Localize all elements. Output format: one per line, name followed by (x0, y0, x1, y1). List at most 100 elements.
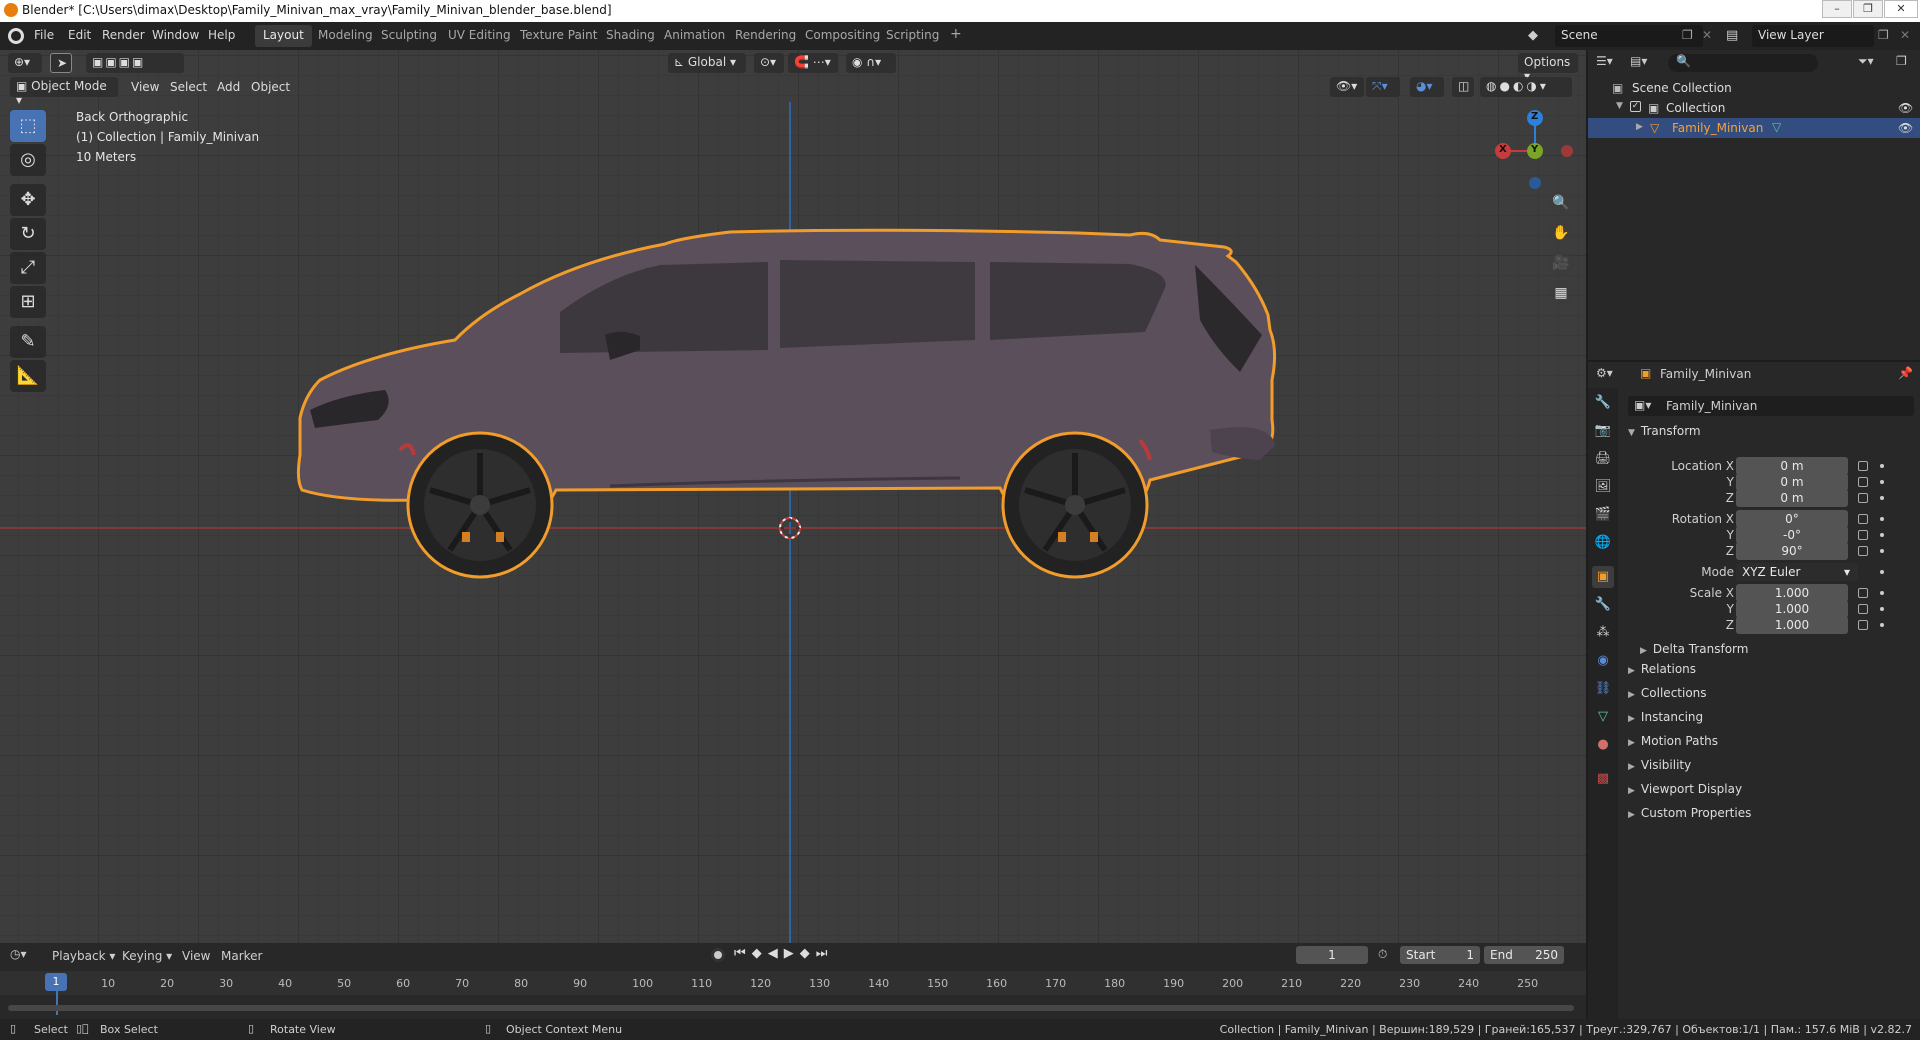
blender-menu-icon[interactable] (8, 28, 24, 44)
next-keyframe-icon[interactable]: ◆ (800, 946, 816, 961)
view-layer-icon[interactable]: ▤ (1726, 28, 1738, 43)
render-tab-icon[interactable]: 📷 (1592, 420, 1614, 442)
texture-tab-icon[interactable]: ▩ (1592, 768, 1614, 790)
display-mode-icon[interactable]: ▤▾ (1630, 54, 1660, 74)
timeline-scrollbar[interactable] (8, 1005, 1574, 1011)
tab-animation[interactable]: Animation (656, 25, 733, 47)
tab-sculpting[interactable]: Sculpting (373, 25, 445, 47)
object-tab-icon[interactable]: ▣ (1592, 566, 1614, 588)
add-workspace-button[interactable]: + (942, 23, 970, 45)
new-collection-icon[interactable]: ❐ (1896, 54, 1907, 68)
keyframe-rotation-y-icon[interactable] (1880, 533, 1884, 537)
delete-scene-icon[interactable]: ✕ (1702, 28, 1712, 42)
collapse-arrow-icon[interactable]: ▼ (1616, 101, 1623, 111)
gizmo-y-label[interactable]: Y (1531, 144, 1538, 155)
timeline-editor-type-icon[interactable]: ◷▾ (10, 947, 27, 961)
menu-help[interactable]: Help (208, 28, 235, 42)
properties-editor-type-icon[interactable]: ⚙▾ (1596, 366, 1613, 380)
object-name-field[interactable]: ▣▾ Family_Minivan (1628, 396, 1914, 416)
instancing-panel[interactable]: ▶ Instancing (1628, 710, 1918, 732)
camera-view-icon[interactable]: 🎥 (1548, 250, 1574, 276)
scene-name-field[interactable]: Scene (1555, 25, 1703, 47)
start-frame-field[interactable]: Start 1 (1400, 946, 1480, 964)
material-tab-icon[interactable]: ● (1592, 734, 1614, 756)
outliner-search-input[interactable]: 🔍 (1668, 54, 1818, 72)
keyframe-location-x-icon[interactable] (1880, 464, 1884, 468)
menu-window[interactable]: Window (152, 28, 199, 42)
pin-icon[interactable]: 📌 (1898, 366, 1913, 380)
physics-tab-icon[interactable]: ◉ (1592, 650, 1614, 672)
outliner-editor-type-icon[interactable]: ☰▾ (1596, 54, 1626, 74)
object-visibility-eye-icon[interactable]: 👁 (1898, 121, 1913, 135)
world-tab-icon[interactable]: 🌐 (1592, 532, 1614, 554)
rotation-mode-dropdown[interactable]: XYZ Euler ▾ (1736, 563, 1858, 581)
timeline-menu-marker[interactable]: Marker (221, 949, 262, 963)
custom-properties-panel[interactable]: ▶ Custom Properties (1628, 806, 1918, 828)
tab-texture-paint[interactable]: Texture Paint (512, 25, 605, 47)
close-window-button[interactable]: ✕ (1884, 0, 1918, 18)
modifier-tab-icon[interactable]: 🔧 (1592, 594, 1614, 616)
lock-rotation-y-icon[interactable] (1858, 530, 1868, 540)
zoom-view-icon[interactable]: 🔍 (1548, 190, 1574, 216)
keyframe-scale-y-icon[interactable] (1880, 607, 1884, 611)
perspective-toggle-icon[interactable]: ▦ (1548, 280, 1574, 306)
record-keyframe-icon[interactable] (711, 948, 725, 962)
output-tab-icon[interactable]: 🖨 (1592, 448, 1614, 470)
mesh-data-tab-icon[interactable]: ▽ (1592, 706, 1614, 728)
view-layer-tab-icon[interactable]: 🖼 (1592, 476, 1614, 498)
end-frame-field[interactable]: End 250 (1484, 946, 1564, 964)
mesh-data-icon[interactable]: ▽ (1772, 120, 1781, 134)
3d-viewport[interactable]: ⊕▾ ➤ ▣▣▣▣ ⊾ Global ▾ ⊙▾ 🧲 ⋯▾ ◉ ∩▾ Option… (0, 50, 1586, 943)
jump-start-icon[interactable]: ⏮ (734, 946, 752, 961)
constraints-tab-icon[interactable]: ⛓ (1592, 678, 1614, 700)
keyframe-scale-z-icon[interactable] (1880, 623, 1884, 627)
timeline-menu-playback[interactable]: Playback ▾ (52, 949, 115, 963)
tool-tab-icon[interactable]: 🔧 (1592, 392, 1614, 414)
outliner-row-collection[interactable]: ▼ ✓ ▣ Collection 👁 (1588, 98, 1920, 118)
minimize-button[interactable]: – (1822, 0, 1852, 18)
lock-rotation-x-icon[interactable] (1858, 514, 1868, 524)
location-z-field[interactable]: 0 m (1736, 489, 1848, 507)
lock-location-y-icon[interactable] (1858, 477, 1868, 487)
lock-scale-x-icon[interactable] (1858, 588, 1868, 598)
lock-location-z-icon[interactable] (1858, 493, 1868, 503)
pan-view-icon[interactable]: ✋ (1548, 220, 1574, 246)
scene-tab-icon[interactable]: 🎬 (1592, 504, 1614, 526)
lock-rotation-z-icon[interactable] (1858, 546, 1868, 556)
collections-panel[interactable]: ▶ Collections (1628, 686, 1918, 708)
keyframe-scale-x-icon[interactable] (1880, 591, 1884, 595)
tab-layout[interactable]: Layout (255, 25, 312, 47)
delta-transform-subpanel[interactable]: ▶ Delta Transform (1640, 642, 1920, 664)
outliner-row-scene-collection[interactable]: ▣ Scene Collection (1588, 78, 1920, 98)
delete-view-layer-icon[interactable]: ✕ (1900, 28, 1910, 42)
filter-icon[interactable]: ⏷▾ (1858, 54, 1874, 69)
keyframe-location-y-icon[interactable] (1880, 480, 1884, 484)
new-view-layer-icon[interactable]: ❐ (1878, 28, 1889, 42)
keyframe-rotation-x-icon[interactable] (1880, 517, 1884, 521)
play-reverse-icon[interactable]: ◀ (768, 946, 784, 961)
relations-panel[interactable]: ▶ Relations (1628, 662, 1918, 684)
maximize-button[interactable]: ❐ (1853, 0, 1883, 18)
tab-modeling[interactable]: Modeling (310, 25, 381, 47)
menu-render[interactable]: Render (102, 28, 145, 42)
outliner-row-family-minivan[interactable]: ▶ ▽ Family_Minivan ▽ 👁 (1588, 118, 1920, 138)
tab-uv-editing[interactable]: UV Editing (440, 25, 519, 47)
particles-tab-icon[interactable]: ⁂ (1592, 622, 1614, 644)
new-scene-icon[interactable]: ❐ (1682, 28, 1693, 42)
menu-file[interactable]: File (34, 28, 54, 42)
timeline-menu-view[interactable]: View (182, 949, 210, 963)
collection-visibility-eye-icon[interactable]: 👁 (1898, 101, 1913, 115)
scene-icon[interactable]: ◆ (1528, 28, 1544, 44)
collection-checkbox[interactable]: ✓ (1630, 101, 1641, 112)
viewport-display-panel[interactable]: ▶ Viewport Display (1628, 782, 1918, 804)
keyframe-rotation-z-icon[interactable] (1880, 549, 1884, 553)
keyframe-rotation-mode-icon[interactable] (1880, 570, 1884, 574)
playhead-indicator[interactable]: 1 (45, 973, 67, 991)
gizmo-x-label[interactable]: X (1499, 144, 1507, 155)
transform-panel-header[interactable]: ▼ Transform (1628, 424, 1918, 446)
jump-end-icon[interactable]: ⏭ (816, 946, 834, 961)
keyframe-location-z-icon[interactable] (1880, 496, 1884, 500)
tab-compositing[interactable]: Compositing (797, 25, 888, 47)
rotation-z-field[interactable]: 90° (1736, 542, 1848, 560)
visibility-panel[interactable]: ▶ Visibility (1628, 758, 1918, 780)
